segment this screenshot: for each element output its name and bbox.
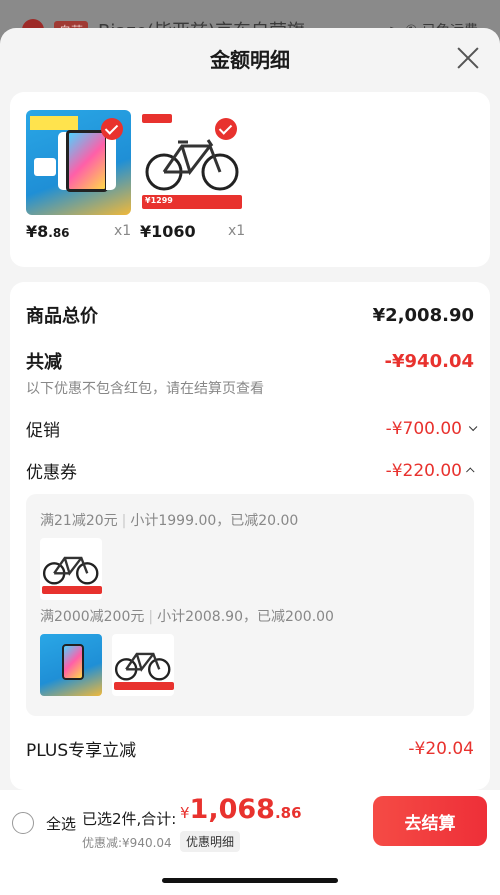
promo-value: -¥700.00 xyxy=(386,419,478,439)
coupon-2-switch-thumb xyxy=(40,634,102,696)
plus-discount-label: PLUS专享立减 xyxy=(26,741,137,761)
bike-icon xyxy=(42,556,99,585)
checkout-button[interactable]: 去结算 xyxy=(373,796,487,846)
discount-detail-button[interactable]: 优惠明细 xyxy=(180,831,241,852)
amount-detail-sheet: 金额明细 ¥8.86 x1 ¥1299 ¥1060 x1 商品总价 ¥2,008… xyxy=(0,28,500,790)
product-item-switch[interactable]: ¥8.86 x1 xyxy=(26,110,131,241)
selected-check-icon[interactable] xyxy=(215,118,237,140)
product-quantity: x1 xyxy=(114,223,132,239)
coupon-row[interactable]: 优惠券 -¥220.00 xyxy=(26,458,475,483)
goods-total-value: ¥2,008.90 xyxy=(372,304,474,326)
coupon-detail-box: 满21减20元 | 小计1999.00，已减20.00 满2000减200元 | 小计2… xyxy=(26,494,474,716)
select-all-radio[interactable] xyxy=(12,812,34,834)
product-price: ¥8.86 xyxy=(26,222,70,241)
coupon-line-1: 满21减20元 | 小计1999.00，已减20.00 xyxy=(40,513,299,529)
goods-total-label: 商品总价 xyxy=(26,306,98,327)
promo-label: 促销 xyxy=(26,421,60,441)
product-quantity: x1 xyxy=(228,223,246,239)
switch-product-image xyxy=(26,110,131,215)
sheet-title: 金额明细 xyxy=(210,48,290,72)
bike-icon xyxy=(114,652,171,681)
select-all-label[interactable]: 全选 xyxy=(46,813,76,834)
bike-product-image: ¥1299 xyxy=(140,110,245,215)
checkout-bar: 全选 已选2件,合计: ¥1,068.86 优惠减:¥940.04 优惠明细 去… xyxy=(0,790,500,895)
coupon-2-bike-thumb xyxy=(112,634,174,696)
product-price: ¥1060 xyxy=(140,222,196,241)
amount-detail-card: 商品总价 ¥2,008.90 共减 -¥940.04 以下优惠不包含红包，请在结… xyxy=(10,282,490,790)
selected-check-icon[interactable] xyxy=(101,118,123,140)
coupon-1-bike-thumb xyxy=(40,538,102,600)
chevron-down-icon xyxy=(468,422,478,431)
total-amount: ¥1,068.86 xyxy=(180,794,302,825)
total-discount-label: 共减 xyxy=(26,352,62,373)
plus-discount-value: -¥20.04 xyxy=(408,738,474,759)
product-card: ¥8.86 x1 ¥1299 ¥1060 x1 xyxy=(10,92,490,267)
saved-amount: 优惠减:¥940.04 xyxy=(82,836,172,850)
bike-tag-price: ¥1299 xyxy=(145,196,173,205)
total-discount-value: -¥940.04 xyxy=(384,350,474,372)
selected-count: 已选2件,合计: xyxy=(82,810,177,828)
plus-discount-row: PLUS专享立减 -¥20.04 xyxy=(26,736,474,762)
total-discount-row: 共减 -¥940.04 xyxy=(26,348,474,374)
product-item-bike[interactable]: ¥1299 ¥1060 x1 xyxy=(140,110,245,241)
discount-note: 以下优惠不包含红包，请在结算页查看 xyxy=(26,381,264,397)
coupon-label: 优惠券 xyxy=(26,463,77,483)
chevron-up-icon xyxy=(466,466,475,476)
goods-total-row: 商品总价 ¥2,008.90 xyxy=(26,302,474,328)
promo-row[interactable]: 促销 -¥700.00 xyxy=(26,416,478,441)
coupon-line-2: 满2000减200元 | 小计2008.90，已减200.00 xyxy=(40,609,334,625)
coupon-value: -¥220.00 xyxy=(386,461,475,481)
home-indicator xyxy=(162,878,338,883)
close-icon[interactable] xyxy=(456,46,480,70)
